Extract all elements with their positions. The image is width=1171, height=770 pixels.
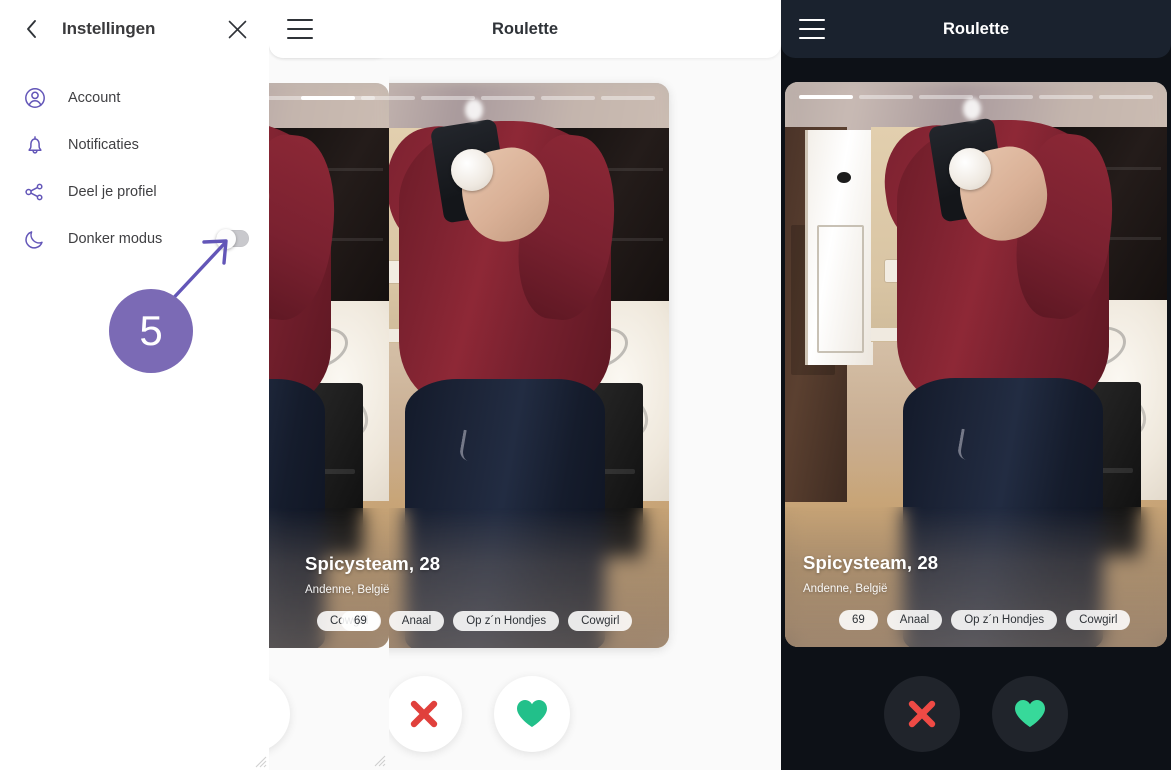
card-tag[interactable]: Anaal [388, 611, 445, 631]
close-button[interactable] [225, 17, 249, 41]
settings-title: Instellingen [62, 19, 156, 38]
sidebar-item-deel-je-profiel[interactable]: Deel je profiel [0, 168, 269, 215]
photo-flash [465, 99, 483, 121]
resize-handle-icon[interactable] [251, 752, 267, 768]
photo-jeans-pocket [458, 429, 482, 463]
progress-segment[interactable] [601, 96, 655, 100]
background-phone-partial: Spicysteam, 28 Andenne, België Cowgirl [269, 0, 389, 770]
heart-icon [1015, 700, 1045, 727]
card-name: Spicysteam, 28 [305, 553, 441, 574]
sidebar-item-notificaties[interactable]: Notificaties [0, 121, 269, 168]
background-phone-actions [269, 676, 389, 752]
card-tag[interactable]: Op z´n Hondjes [453, 611, 560, 631]
moon-icon [22, 226, 48, 252]
progress-segment[interactable] [301, 96, 355, 100]
sidebar-item-donker-modus[interactable]: Donker modus [0, 215, 269, 262]
photo-lens-cap [949, 148, 991, 190]
close-x-icon [410, 700, 438, 728]
card-stack-dark: Spicysteam, 28 Andenne, België 69 Anaal … [781, 58, 1171, 770]
story-progress-bar [301, 96, 655, 100]
like-button[interactable] [992, 676, 1068, 752]
reject-button[interactable] [884, 676, 960, 752]
progress-segment[interactable] [541, 96, 595, 100]
card-tag[interactable]: Cowgirl [1066, 610, 1131, 630]
progress-segment[interactable] [361, 96, 415, 100]
appbar-light: Roulette [269, 0, 781, 58]
progress-segment[interactable] [481, 96, 535, 100]
sidebar-item-account[interactable]: Account [0, 74, 269, 121]
progress-segment[interactable] [979, 95, 1033, 99]
progress-segment[interactable] [859, 95, 913, 99]
chevron-left-icon [26, 20, 36, 38]
story-progress-bar [799, 95, 1153, 99]
heart-icon [517, 700, 547, 727]
card-name: Spicysteam, 28 [803, 552, 939, 573]
card-tag[interactable]: Cowgirl [568, 611, 633, 631]
back-button[interactable] [20, 18, 42, 40]
card-tag[interactable]: 69 [341, 611, 380, 631]
progress-segment[interactable] [919, 95, 973, 99]
settings-header: Instellingen [0, 0, 269, 58]
card-tag[interactable]: Op z´n Hondjes [951, 610, 1058, 630]
swipe-card[interactable]: Spicysteam, 28 Andenne, België 69 Anaal … [785, 82, 1167, 647]
card-info-overlay: Spicysteam, 28 Andenne, België 69 Anaal … [287, 531, 669, 648]
settings-panel: Instellingen Account Notificaties Deel j… [0, 0, 269, 770]
card-actions-dark [785, 676, 1167, 752]
card-location: Andenne, België [305, 584, 390, 596]
progress-segment[interactable] [1039, 95, 1093, 99]
appbar-title: Roulette [943, 19, 1009, 38]
screenshot-root: Spicysteam, 28 Andenne, België Cowgirl [0, 0, 1171, 770]
card-tag-row: 69 Anaal Op z´n Hondjes Cowgirl [305, 611, 651, 631]
photo-door [805, 130, 873, 365]
progress-segment[interactable] [799, 95, 853, 99]
sidebar-item-label: Account [68, 89, 121, 106]
phone-dark-mode: Roulette Spicysteam, 28 Andenne, België … [781, 0, 1171, 770]
card-location: Andenne, België [803, 583, 888, 595]
like-button[interactable] [494, 676, 570, 752]
progress-segment[interactable] [421, 96, 475, 100]
sidebar-item-label: Notificaties [68, 136, 139, 153]
photo-door-panel [817, 225, 864, 353]
sidebar-item-label: Donker modus [68, 230, 163, 247]
share-nodes-icon [22, 179, 48, 205]
close-x-icon [908, 700, 936, 728]
card-tag[interactable]: 69 [839, 610, 878, 630]
user-circle-icon [22, 85, 48, 111]
card-info-overlay: Spicysteam, 28 Andenne, België 69 Anaal … [785, 530, 1167, 647]
photo-jeans-pocket [956, 428, 980, 462]
bell-icon [22, 132, 48, 158]
resize-handle-icon[interactable] [370, 751, 386, 767]
card-tag[interactable]: Anaal [886, 610, 943, 630]
reject-button[interactable] [386, 676, 462, 752]
appbar-dark: Roulette [781, 0, 1171, 58]
close-icon [228, 20, 246, 38]
appbar-title: Roulette [492, 19, 558, 38]
progress-segment[interactable] [1099, 95, 1153, 99]
like-button[interactable] [269, 676, 290, 752]
card-tag-row: 69 Anaal Op z´n Hondjes Cowgirl [803, 610, 1149, 630]
toggle-knob [216, 228, 236, 249]
photo-lens-cap [451, 149, 493, 191]
photo-door-knob [837, 172, 851, 183]
callout-step-badge: 5 [109, 289, 193, 373]
dark-mode-toggle[interactable] [216, 228, 249, 249]
hamburger-icon[interactable] [287, 19, 313, 39]
sidebar-item-label: Deel je profiel [68, 183, 157, 200]
photo-flash [963, 98, 981, 120]
settings-list: Account Notificaties Deel je profiel Don… [0, 58, 269, 262]
hamburger-icon[interactable] [799, 19, 825, 39]
